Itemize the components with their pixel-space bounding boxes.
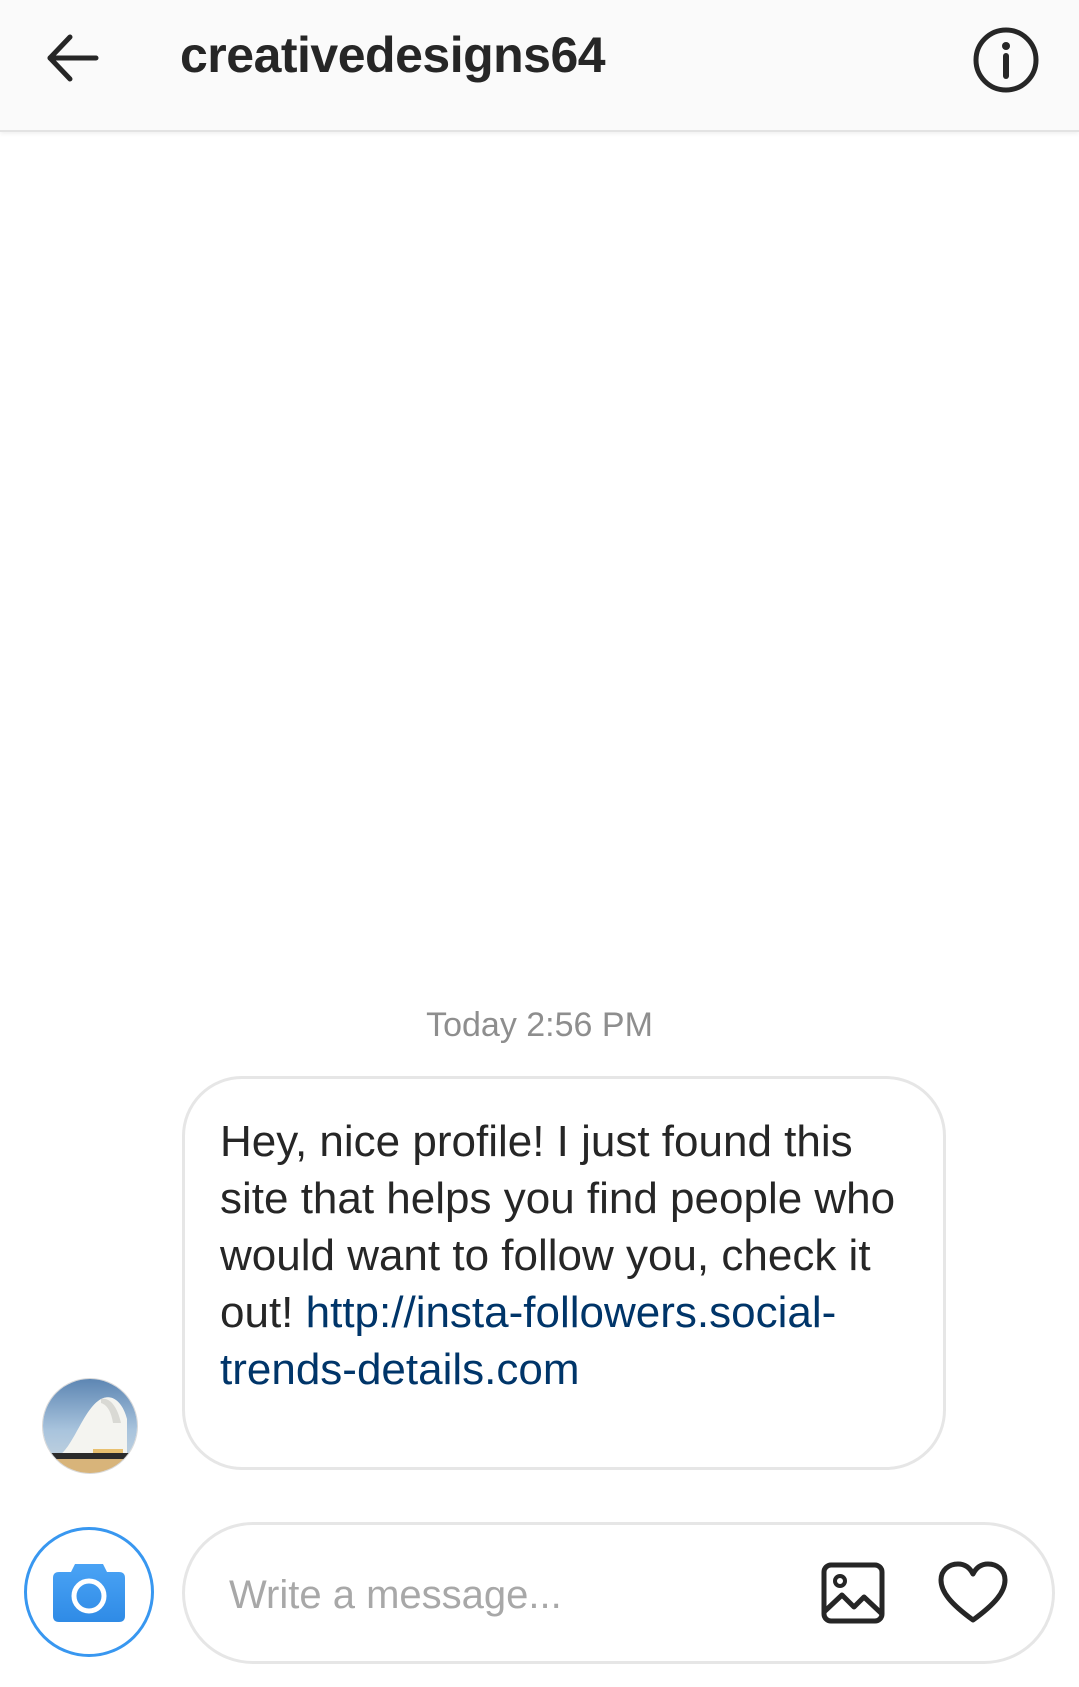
like-button[interactable] [933, 1555, 1013, 1631]
arrow-left-icon [47, 34, 99, 82]
message-timestamp: Today 2:56 PM [426, 1006, 653, 1044]
image-icon [821, 1562, 885, 1624]
camera-icon [53, 1564, 125, 1622]
camera-button[interactable] [24, 1527, 154, 1657]
info-circle-icon [973, 27, 1039, 93]
info-button[interactable] [968, 22, 1044, 98]
chat-title[interactable]: creativedesigns64 [180, 26, 606, 84]
heart-icon [938, 1561, 1008, 1623]
avatar-image [43, 1379, 137, 1473]
back-button[interactable] [36, 22, 108, 94]
chat-header: creativedesigns64 [0, 0, 1079, 132]
gallery-button[interactable] [815, 1555, 891, 1631]
message-composer [182, 1522, 1055, 1664]
avatar[interactable] [42, 1378, 138, 1474]
message-input[interactable] [229, 1569, 789, 1621]
message-link[interactable]: http://insta-followers.social-trends-det… [220, 1288, 836, 1394]
message-bubble: Hey, nice profile! I just found this sit… [182, 1076, 946, 1470]
